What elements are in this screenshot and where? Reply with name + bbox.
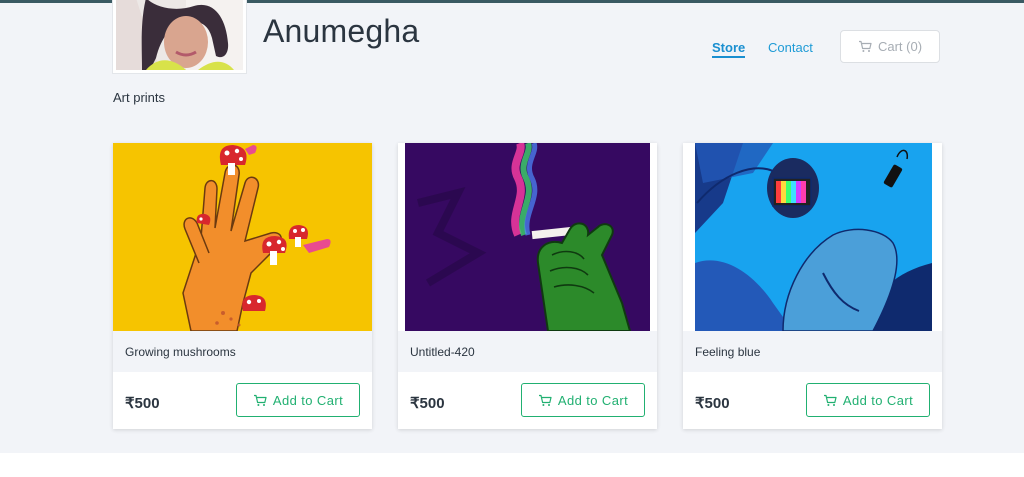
cart-icon — [538, 394, 552, 407]
product-title-area: Growing mushrooms — [113, 331, 372, 372]
add-to-cart-button[interactable]: Add to Cart — [806, 383, 930, 417]
product-price: ₹500 — [410, 395, 445, 412]
product-title-area: Feeling blue — [683, 331, 942, 372]
add-to-cart-label: Add to Cart — [272, 392, 344, 408]
product-image[interactable] — [683, 143, 942, 331]
nav-store-link[interactable]: Store — [712, 40, 746, 58]
store-tagline: Art prints — [113, 90, 166, 105]
cart-icon — [253, 394, 267, 407]
product-image[interactable] — [398, 143, 657, 331]
product-card[interactable]: Feeling blue ₹500 Add to Cart — [683, 143, 942, 429]
avatar — [113, 0, 246, 73]
product-card[interactable]: Growing mushrooms ₹500 Add to Cart — [113, 143, 372, 429]
product-card[interactable]: Untitled-420 ₹500 Add to Cart — [398, 143, 657, 429]
add-to-cart-button[interactable]: Add to Cart — [521, 383, 645, 417]
add-to-cart-label: Add to Cart — [557, 392, 629, 408]
product-title[interactable]: Untitled-420 — [410, 345, 475, 359]
product-title-area: Untitled-420 — [398, 331, 657, 372]
product-price: ₹500 — [125, 395, 160, 412]
add-to-cart-label: Add to Cart — [842, 392, 914, 408]
product-title[interactable]: Growing mushrooms — [125, 345, 236, 359]
store-name: Anumegha — [263, 13, 420, 49]
product-image[interactable] — [113, 143, 372, 331]
nav-contact-link[interactable]: Contact — [768, 40, 813, 55]
product-price: ₹500 — [695, 395, 730, 412]
cart-label: Cart (0) — [877, 39, 923, 54]
cart-icon — [858, 40, 872, 53]
product-title[interactable]: Feeling blue — [695, 345, 760, 359]
store-page: Anumegha Store Contact Cart (0) Art prin… — [0, 0, 1024, 453]
add-to-cart-button[interactable]: Add to Cart — [236, 383, 360, 417]
cart-icon — [823, 394, 837, 407]
cart-button[interactable]: Cart (0) — [840, 30, 940, 63]
